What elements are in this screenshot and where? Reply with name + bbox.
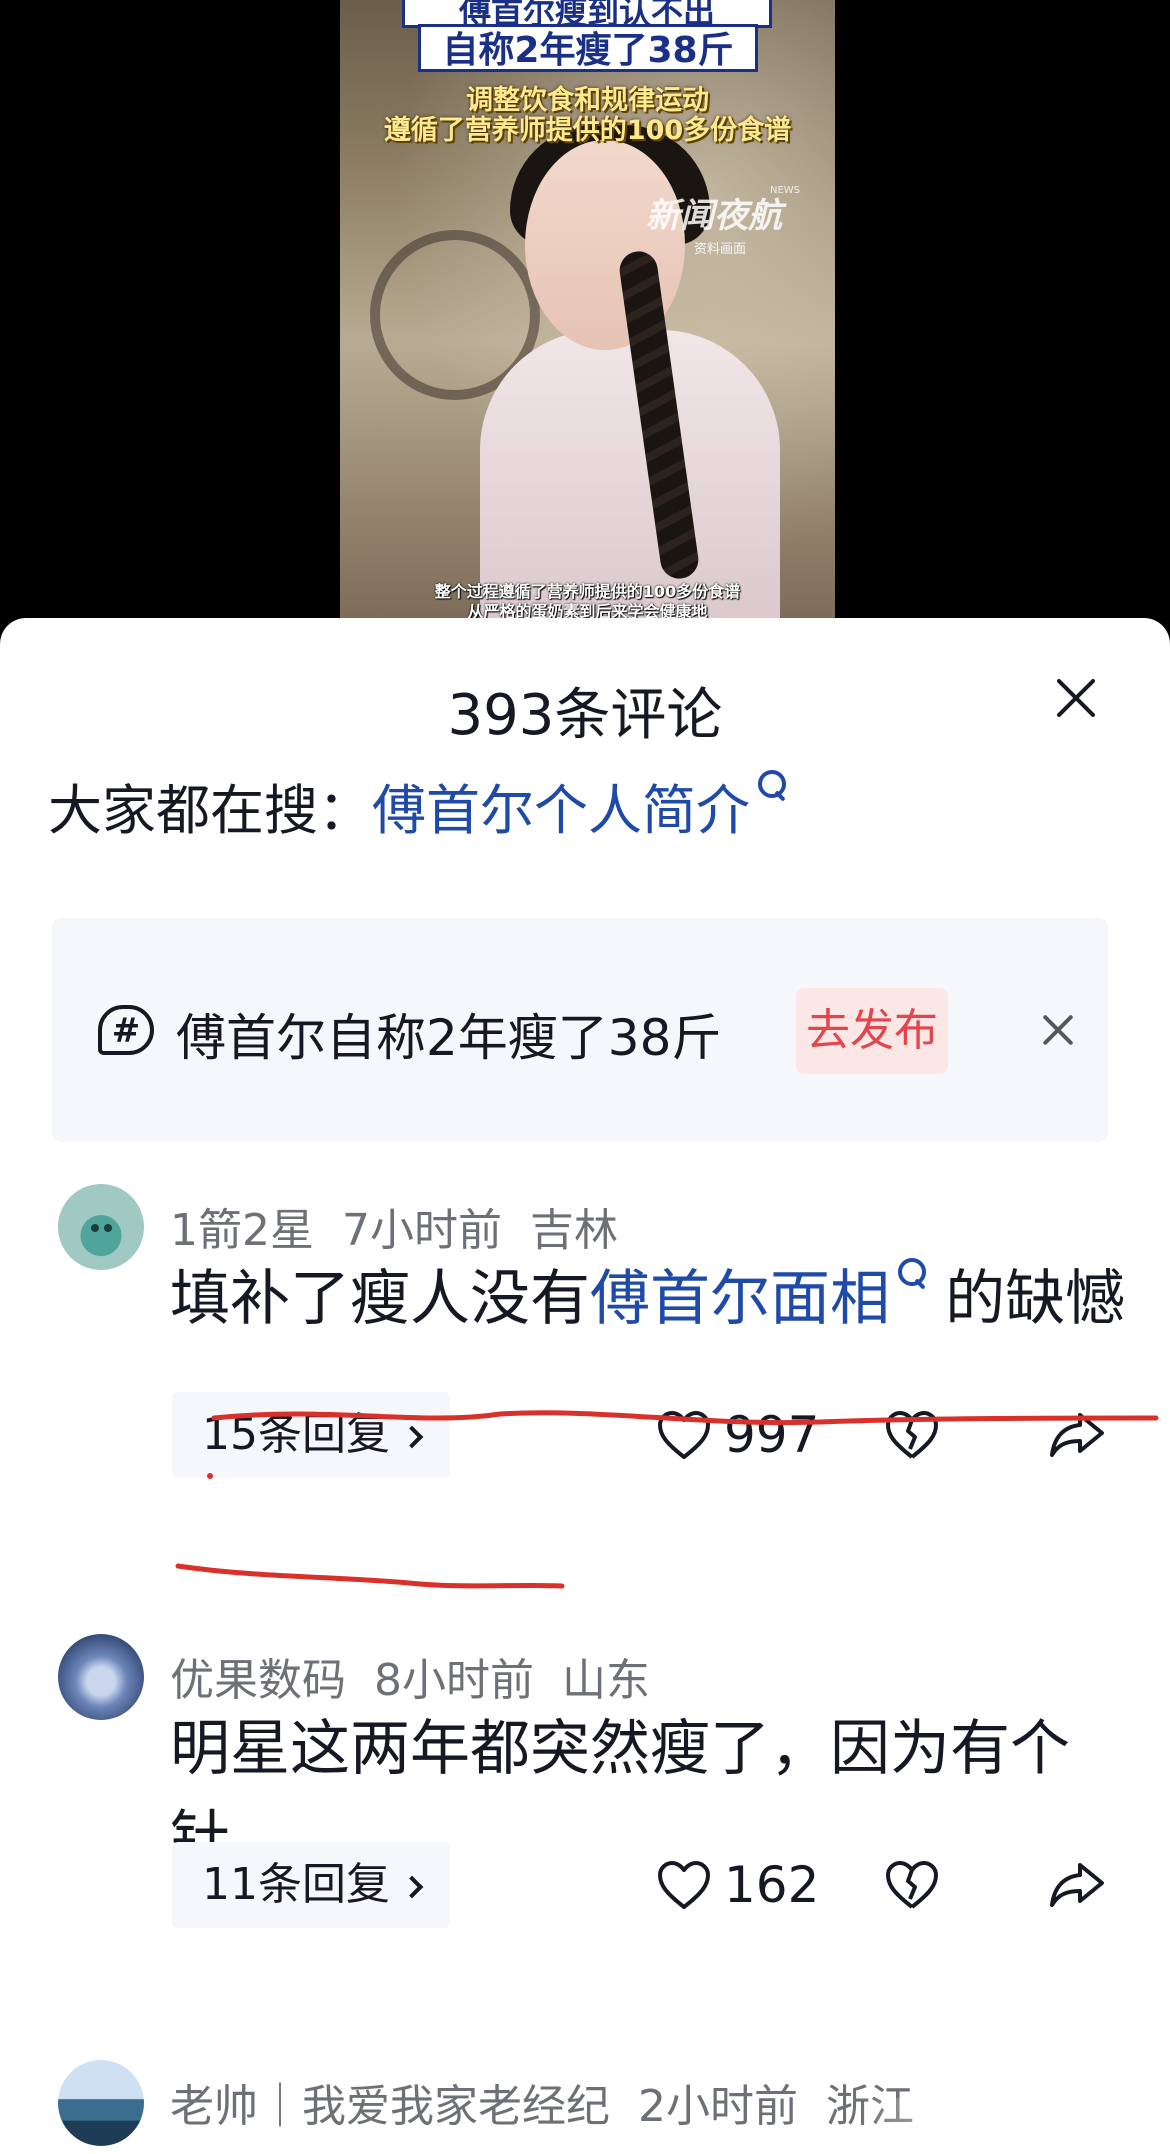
comment-sheet: 393条评论 大家都在搜：傅首尔个人简介 # 傅首尔自称2年瘦了38斤 去发布 … [0,618,1170,2154]
share-arrow-icon [1050,1413,1104,1457]
comment-text-part: 的缺憾 [945,1264,1126,1334]
avatar[interactable] [58,1184,144,1270]
heart-icon [658,1861,710,1909]
like-button[interactable]: 162 [656,1842,819,1928]
comment-location: 吉林 [530,1205,618,1256]
dislike-button[interactable] [884,1409,940,1461]
heart-icon [658,1411,710,1459]
video-logo-note: 资料画面 [694,242,747,257]
reply-count: 15条回复 [202,1409,390,1460]
broken-heart-icon [886,1861,938,1909]
comment-count-title: 393条评论 [447,683,723,748]
comment-search-link[interactable]: 傅首尔面相 [590,1264,890,1334]
topic-text[interactable]: 傅首尔自称2年瘦了38斤 [176,998,721,1070]
topic-card: # 傅首尔自称2年瘦了38斤 去发布 [52,918,1108,1142]
view-replies-button[interactable]: 15条回复 [172,1392,450,1478]
comment-text: 填补了瘦人没有傅首尔面相 的缺憾 [170,1254,1130,1344]
video-channel-logo: 新闻夜航 [646,196,782,236]
comment-location: 山东 [562,1655,650,1706]
comment-text-part: 填补了瘦人没有 [170,1264,590,1334]
chevron-right-icon [400,1875,424,1899]
view-replies-button[interactable]: 11条回复 [172,1842,450,1928]
red-underline-replies [175,1563,565,1589]
comment-author[interactable]: 1箭2星 [170,1205,314,1256]
video-player[interactable]: 傅首尔瘦到认不出 自称2年瘦了38斤 调整饮食和规律运动 遵循了营养师提供的10… [0,0,1170,640]
comment-time: 7小时前 [342,1205,502,1256]
publish-button[interactable]: 去发布 [796,988,948,1074]
share-button[interactable] [1048,1409,1106,1461]
comment-time: 2小时前 [638,2081,798,2132]
comment-time: 8小时前 [374,1655,534,1706]
comment-meta: 1箭2星 7小时前 吉林 [170,1194,646,1258]
comment-author[interactable]: 老帅｜我爱我家老经纪 [170,2081,610,2132]
share-button[interactable] [1048,1859,1106,1911]
comment-meta: 优果数码 8小时前 山东 [170,1644,678,1708]
close-icon[interactable] [1050,672,1102,724]
trending-search-row: 大家都在搜：傅首尔个人简介 [48,766,786,845]
avatar[interactable] [58,1634,144,1720]
hashtag-icon: # [98,1005,154,1055]
like-count: 997 [724,1406,820,1464]
like-count: 162 [724,1856,820,1914]
comment-meta: 老帅｜我爱我家老经纪2小时前浙江 [170,2070,942,2134]
search-icon [896,1254,926,1294]
avatar[interactable] [58,2060,144,2146]
video-headline-main: 自称2年瘦了38斤 [418,24,758,72]
watermark-fade [860,2098,1170,2154]
video-subtitle-2: 遵循了营养师提供的100多份食谱 [383,115,792,146]
trending-search-link[interactable]: 傅首尔个人简介 [372,779,750,842]
share-arrow-icon [1050,1863,1104,1907]
search-icon [756,766,786,806]
like-button[interactable]: 997 [656,1392,819,1478]
reply-count: 11条回复 [202,1859,390,1910]
dislike-button[interactable] [884,1859,940,1911]
topic-close-icon[interactable] [1038,1010,1078,1050]
trending-search-label: 大家都在搜： [48,779,372,842]
broken-heart-icon [886,1411,938,1459]
comment-author[interactable]: 优果数码 [170,1655,346,1706]
video-logo-news: NEWS [770,185,801,196]
video-person-body [480,330,780,620]
chevron-right-icon [400,1425,424,1449]
